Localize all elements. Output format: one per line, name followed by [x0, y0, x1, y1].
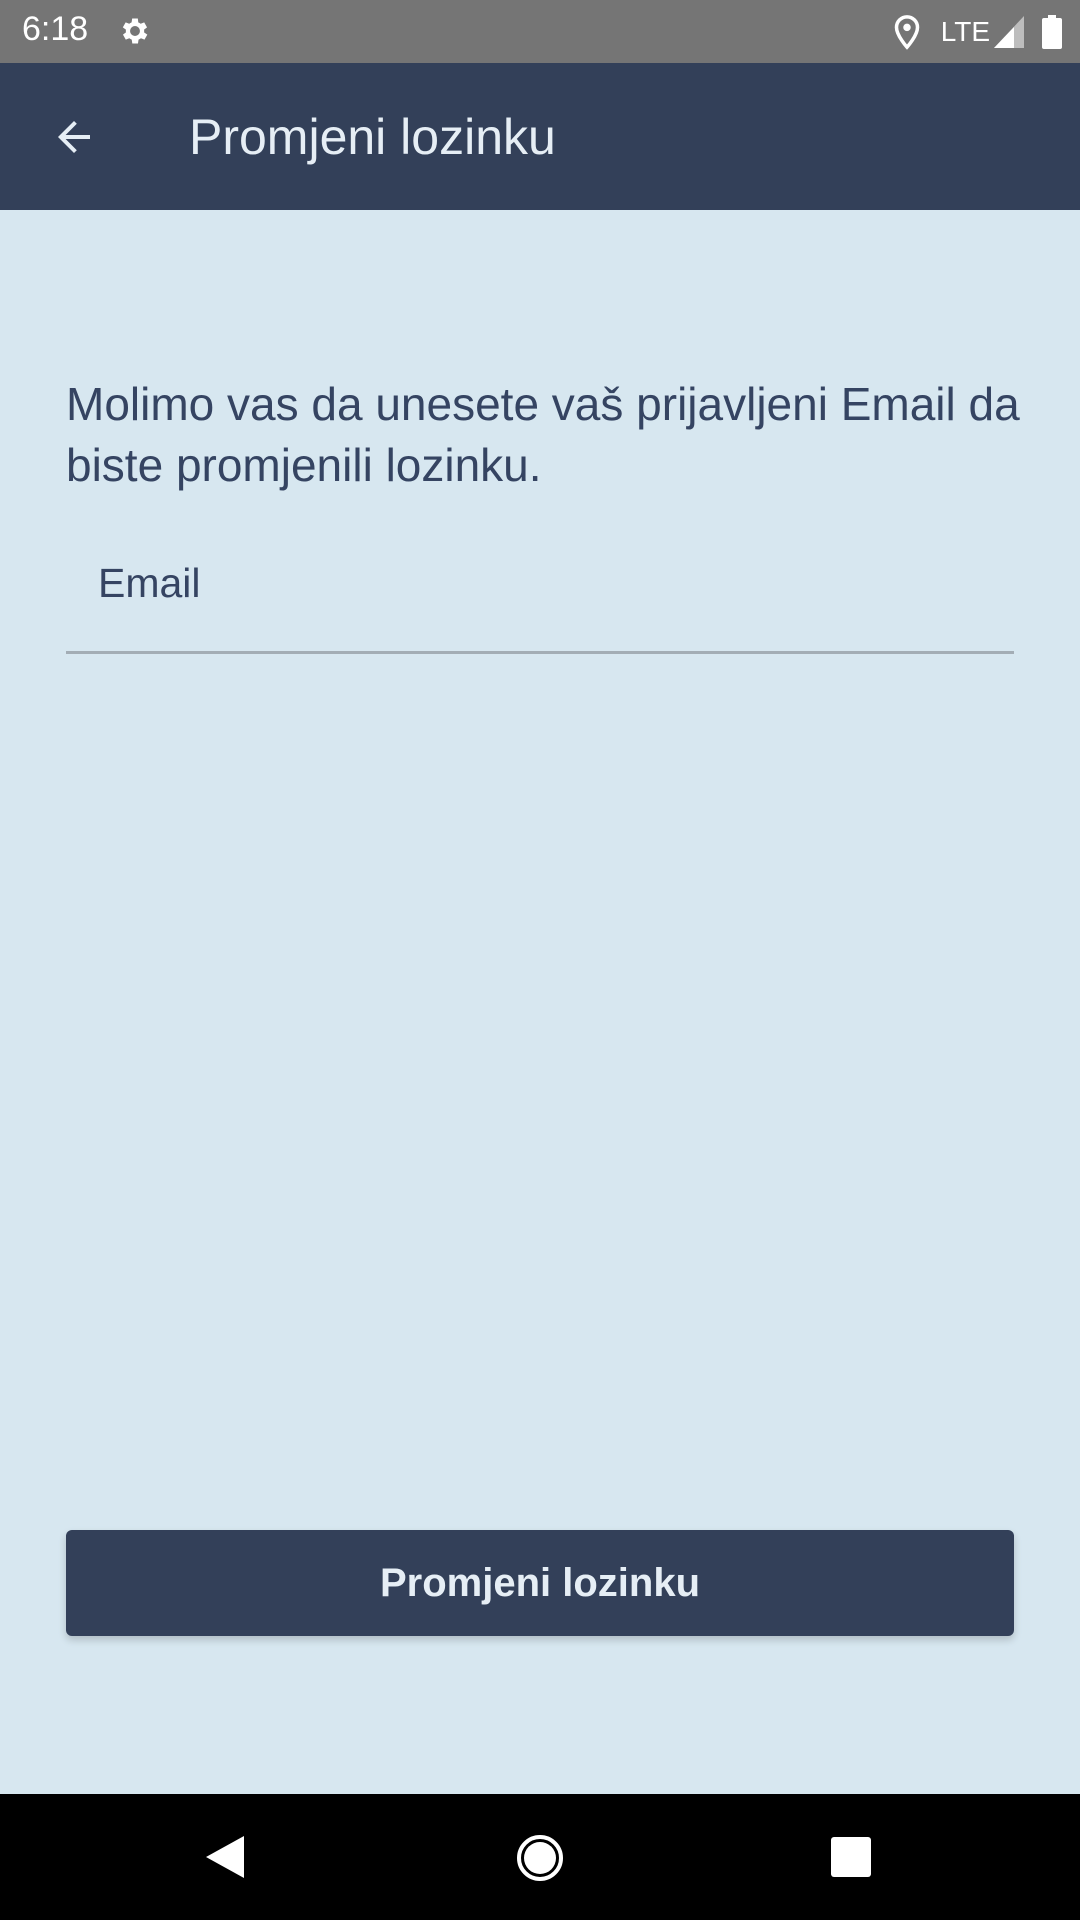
- location-icon: [894, 15, 919, 50]
- app-bar: Promjeni lozinku: [0, 63, 1080, 210]
- network-type: LTE: [940, 16, 990, 47]
- change-password-button[interactable]: Promjeni lozinku: [66, 1530, 1014, 1636]
- status-bar: 6:18 LTE: [0, 0, 1080, 63]
- battery-icon: [1042, 15, 1062, 49]
- back-button[interactable]: [34, 97, 114, 177]
- instruction-text: Molimo vas da unesete vaš prijavljeni Em…: [66, 378, 1020, 491]
- page-title: Promjeni lozinku: [189, 109, 556, 165]
- status-icons: LTE: [893, 10, 1062, 54]
- status-time: 6:18: [22, 10, 89, 48]
- arrow-back-icon: [58, 121, 90, 153]
- nav-back-icon[interactable]: [204, 1834, 246, 1880]
- change-password-button-label: Promjeni lozinku: [379, 1560, 701, 1605]
- gear-icon: [122, 18, 148, 44]
- nav-recents-icon[interactable]: [830, 1836, 872, 1878]
- signal-icon: [994, 16, 1024, 48]
- email-placeholder: Email: [98, 560, 201, 606]
- navigation-bar: [0, 1794, 1080, 1920]
- email-field[interactable]: Email: [66, 540, 1014, 654]
- nav-home-icon[interactable]: [516, 1834, 564, 1882]
